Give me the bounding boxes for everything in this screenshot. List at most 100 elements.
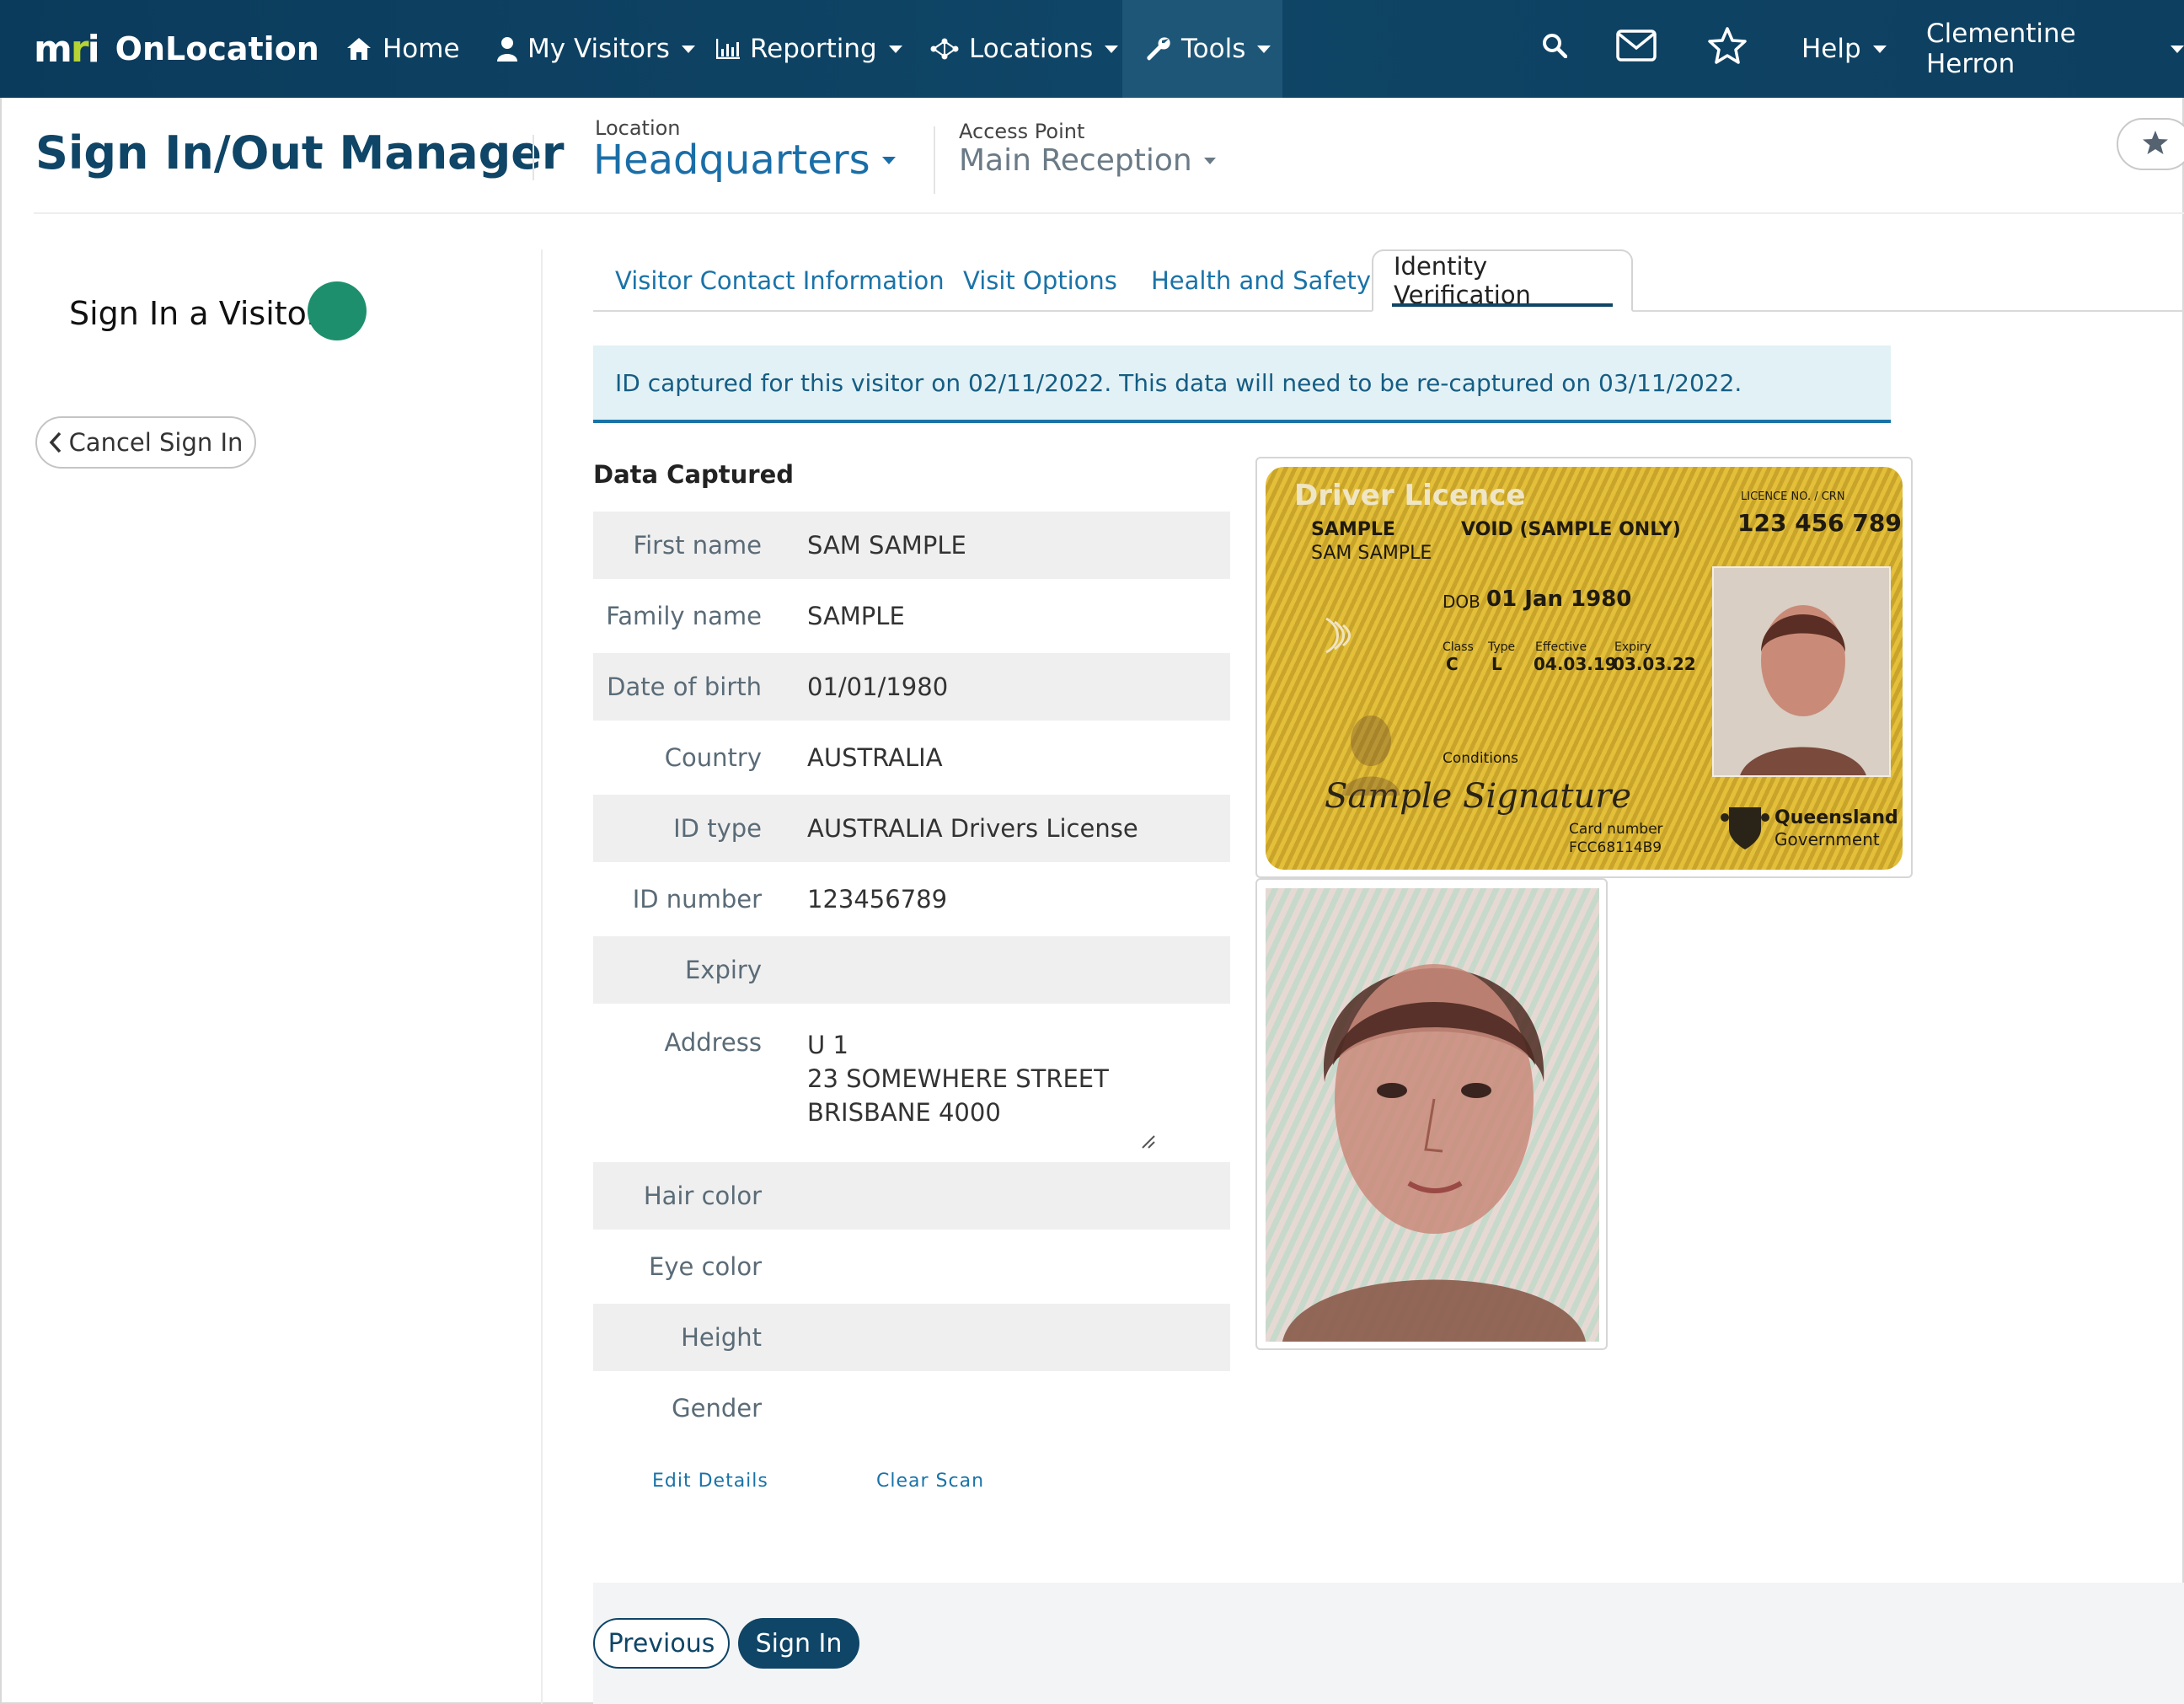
card-effective-value: 04.03.19	[1534, 654, 1617, 674]
chevron-down-icon	[1872, 45, 1887, 53]
card-class-label: Class	[1443, 640, 1474, 654]
bar-chart-icon	[716, 39, 740, 59]
field-row-eye-color: Eye color	[593, 1233, 1230, 1300]
field-row-gender: Gender	[593, 1374, 1230, 1442]
previous-button[interactable]: Previous	[593, 1618, 730, 1669]
nav-locations[interactable]: Locations	[930, 0, 1119, 98]
chevron-down-icon	[881, 156, 896, 164]
card-hologram-icon	[1318, 610, 1368, 664]
user-name: Clementine Herron	[1926, 19, 2076, 79]
card-expiry-value: 03.03.22	[1613, 654, 1696, 674]
header-divider	[934, 126, 935, 194]
tab-label: Visit Options	[963, 266, 1117, 295]
nav-tools[interactable]: Tools	[1122, 0, 1282, 98]
tab-label: Health and Safety	[1151, 266, 1371, 295]
search-button[interactable]	[1542, 0, 1568, 98]
nav-home[interactable]: Home	[345, 0, 460, 98]
card-licence-no-label: LICENCE NO. / CRN	[1741, 490, 1845, 503]
address-line: BRISBANE 4000	[807, 1098, 1001, 1127]
field-row-country: Country AUSTRALIA	[593, 724, 1230, 791]
tab-visitor-contact-information[interactable]: Visitor Contact Information	[615, 249, 945, 312]
nav-my-visitors-label: My Visitors	[527, 34, 670, 64]
alert-text: ID captured for this visitor on 02/11/20…	[615, 368, 1742, 397]
field-value: 123456789	[807, 885, 948, 914]
top-navbar: mri OnLocation Home My Visitors Reportin…	[0, 0, 2184, 98]
field-label: Hair color	[643, 1182, 762, 1210]
card-type-label: Type	[1488, 640, 1516, 654]
card-conditions-label: Conditions	[1443, 750, 1518, 767]
card-void-text: VOID (SAMPLE ONLY)	[1461, 519, 1681, 540]
messages-button[interactable]	[1616, 0, 1657, 98]
card-name-line1: SAMPLE	[1311, 519, 1395, 540]
chevron-down-icon	[681, 45, 695, 53]
cancel-sign-in-button[interactable]: Cancel Sign In	[35, 416, 256, 469]
chevron-down-icon	[1257, 45, 1271, 53]
sidebar-divider	[541, 249, 543, 1704]
brand-logo[interactable]: mri OnLocation	[34, 25, 319, 72]
sign-in-button[interactable]: Sign In	[738, 1618, 859, 1669]
nav-reporting-label: Reporting	[750, 34, 877, 64]
field-value: SAMPLE	[807, 602, 905, 630]
id-card-image: Driver Licence SAMPLE SAM SAMPLE VOID (S…	[1255, 457, 1913, 878]
page-title: Sign In/Out Manager	[35, 126, 565, 180]
nav-my-visitors[interactable]: My Visitors	[497, 0, 695, 98]
card-expiry-label: Expiry	[1614, 640, 1651, 654]
card-number: FCC68114B9	[1569, 839, 1662, 856]
nav-tools-label: Tools	[1181, 34, 1246, 64]
brand-name: OnLocation	[115, 30, 319, 67]
field-value: 01/01/1980	[807, 672, 949, 701]
edit-details-link[interactable]: Edit Details	[652, 1471, 768, 1492]
cancel-sign-in-label: Cancel Sign In	[68, 428, 244, 457]
tab-label: Visitor Contact Information	[615, 266, 945, 295]
access-point-selector[interactable]: Main Reception	[959, 143, 1216, 178]
envelope-icon	[1616, 29, 1657, 68]
card-holder-photo	[1712, 566, 1891, 777]
status-indicator	[308, 281, 367, 340]
field-label: Family name	[606, 602, 762, 630]
tab-visit-options[interactable]: Visit Options	[963, 249, 1117, 312]
clear-scan-link[interactable]: Clear Scan	[876, 1471, 984, 1492]
chevron-down-icon	[1105, 45, 1119, 53]
favorite-page-button[interactable]	[2117, 118, 2184, 170]
field-label: ID number	[632, 885, 762, 914]
resize-handle-icon[interactable]	[1139, 1133, 1156, 1149]
id-captured-alert: ID captured for this visitor on 02/11/20…	[593, 346, 1891, 423]
card-title: Driver Licence	[1294, 479, 1526, 512]
card-effective-label: Effective	[1535, 640, 1587, 654]
field-row-family-name: Family name SAMPLE	[593, 582, 1230, 650]
tab-label: Identity Verification	[1394, 252, 1531, 309]
location-value: Headquarters	[593, 137, 870, 184]
chevron-left-icon	[49, 431, 62, 453]
favorites-button[interactable]	[1707, 0, 1748, 98]
chevron-down-icon	[888, 45, 902, 53]
field-row-date-of-birth: Date of birth 01/01/1980	[593, 653, 1230, 721]
face-photo	[1266, 888, 1599, 1342]
card-dob: 01 Jan 1980	[1486, 587, 1632, 612]
header-divider	[533, 135, 534, 180]
user-menu[interactable]: Clementine Herron	[1926, 0, 2184, 98]
card-type-value: L	[1491, 654, 1502, 674]
tab-health-and-safety[interactable]: Health and Safety	[1151, 249, 1371, 312]
chevron-down-icon	[2171, 45, 2184, 53]
field-label: Date of birth	[607, 672, 762, 701]
field-label: First name	[633, 531, 763, 560]
card-dob-label: DOB	[1443, 592, 1480, 612]
card-ghost-photo	[1333, 703, 1409, 796]
field-value: AUSTRALIA Drivers License	[807, 814, 1138, 843]
nav-help[interactable]: Help	[1801, 0, 1887, 98]
nav-help-label: Help	[1801, 34, 1861, 64]
chevron-down-icon	[1203, 157, 1216, 164]
field-label: Address	[664, 1028, 763, 1057]
access-point-label: Access Point	[959, 120, 1085, 143]
field-row-first-name: First name SAM SAMPLE	[593, 512, 1230, 579]
search-icon	[1542, 33, 1568, 65]
card-class-value: C	[1446, 654, 1459, 674]
address-textarea[interactable]: U 1 23 SOMEWHERE STREET BRISBANE 4000	[807, 1028, 1109, 1129]
nav-reporting[interactable]: Reporting	[716, 0, 902, 98]
card-name-line2: SAM SAMPLE	[1311, 543, 1432, 564]
tab-identity-verification[interactable]: Identity Verification	[1372, 249, 1633, 312]
field-label: Gender	[672, 1394, 762, 1423]
wrench-icon	[1146, 36, 1171, 62]
location-selector[interactable]: Headquarters	[593, 137, 896, 184]
field-label: Expiry	[684, 956, 762, 984]
